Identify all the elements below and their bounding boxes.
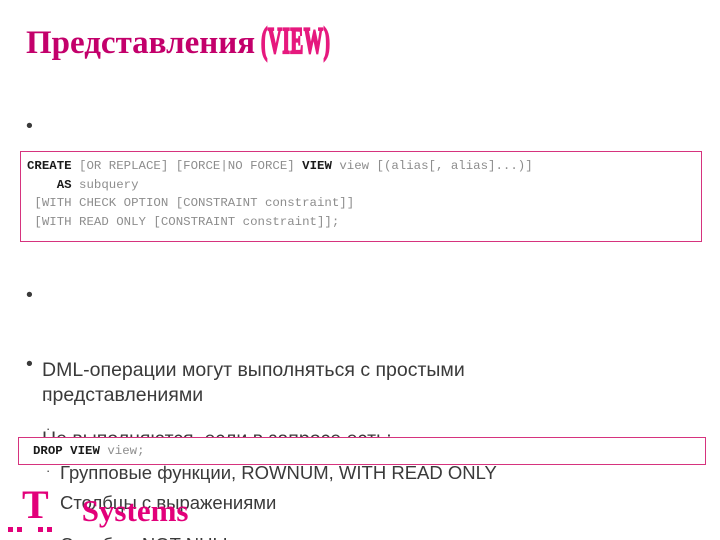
bullet-marker: • xyxy=(26,115,33,137)
page-title: Представления (VIEW) xyxy=(26,20,686,68)
t-logo-name: Systems xyxy=(81,493,189,528)
code-block-create-view: CREATE [OR REPLACE] [FORCE|NO FORCE] VIE… xyxy=(20,151,702,242)
sub-bullet-marker: · xyxy=(46,391,51,406)
code-keyword-as: AS xyxy=(56,177,72,192)
code-keyword-create: CREATE xyxy=(27,159,72,173)
code-block-drop-view: DROP VIEW view; xyxy=(18,437,706,465)
bullet-marker: • xyxy=(26,353,33,375)
sub-bullet-text: Столбцы NOT NULL, которые не находятся в… xyxy=(60,532,706,540)
code-keyword-view: VIEW xyxy=(302,159,332,173)
code-text: [WITH CHECK OPTION [CONSTRAINT constrain… xyxy=(27,196,355,210)
t-logo-mark: T xyxy=(22,482,49,527)
code-text: view [(alias[, alias]...)] xyxy=(331,159,533,173)
page-title-accent: (VIEW) xyxy=(261,20,331,62)
code-text: subquery xyxy=(71,177,139,192)
code-keyword-drop-view: DROP VIEW xyxy=(33,444,100,458)
code-text: [OR REPLACE] [FORCE|NO FORCE] xyxy=(71,159,303,173)
t-systems-logo: T Systems xyxy=(7,482,188,532)
bullet-marker: • xyxy=(26,284,33,306)
code-text: [WITH READ ONLY [CONSTRAINT constraint]]… xyxy=(27,214,340,229)
page-title-main: Представления xyxy=(26,25,256,61)
slide-canvas: Представления(VIEW) • Представление — ло… xyxy=(0,0,720,540)
code-text: view; xyxy=(99,444,145,458)
